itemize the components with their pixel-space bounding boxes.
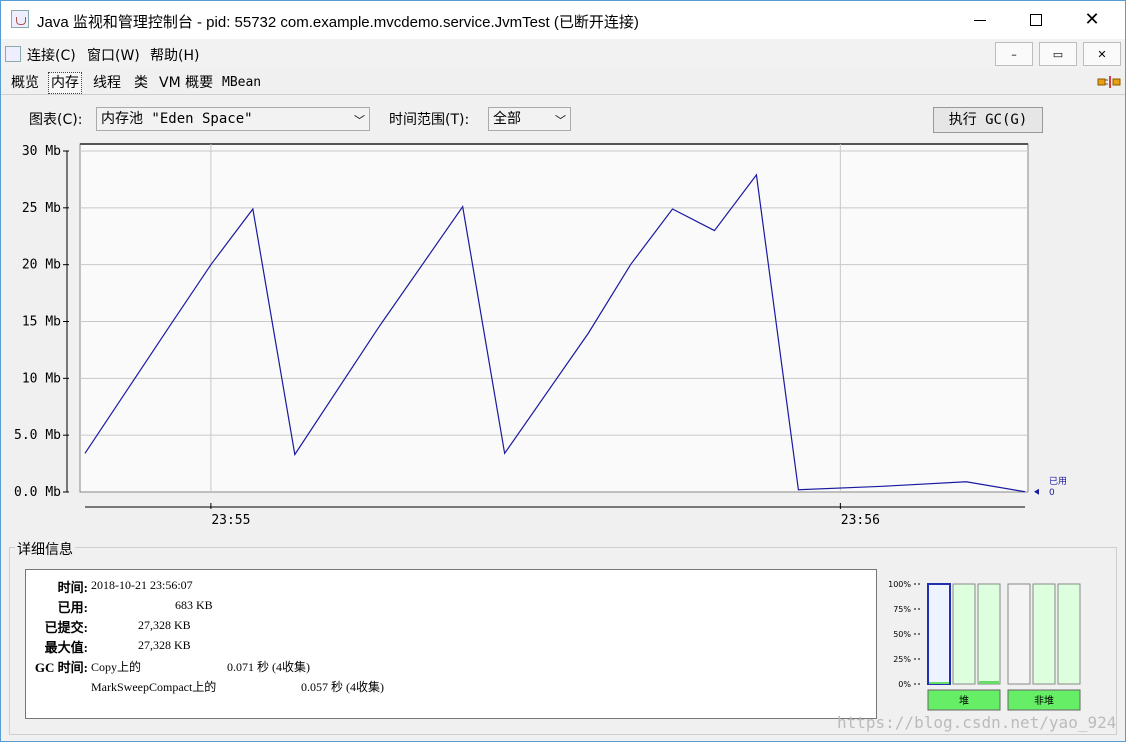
- menu-help[interactable]: 帮助(H): [150, 45, 199, 65]
- tab-memory[interactable]: 内存: [48, 72, 82, 94]
- time-label: 时间:: [57, 580, 88, 595]
- heap-label: 堆: [959, 695, 969, 707]
- close-button[interactable]: ✕: [1069, 1, 1115, 39]
- bar-scale-label: 100%: [888, 580, 911, 589]
- legend-marker: [1034, 488, 1039, 495]
- perform-gc-button[interactable]: 执行 GC(G): [933, 107, 1043, 133]
- tab-mbean[interactable]: MBean: [220, 72, 263, 94]
- chart-label: 图表(C):: [29, 112, 83, 128]
- nonheap-pool-bar[interactable]: [1032, 583, 1056, 685]
- y-tick-label: 15 Mb: [22, 315, 61, 330]
- x-tick-label: 23:56: [841, 513, 880, 528]
- chart-grid: [79, 143, 1029, 493]
- minimize-button[interactable]: [957, 1, 1003, 39]
- details-title: 详细信息: [15, 539, 75, 559]
- chart-select-value: 内存池 "Eden Space": [101, 111, 253, 127]
- details-box: 时间: 2018-10-21 23:56:07 已用: 683 KB 已提交: …: [25, 569, 877, 719]
- tab-bar: 概览 内存 线程 类 VM 概要 MBean: [1, 69, 1125, 95]
- committed-value: 27,328 KB: [138, 618, 191, 632]
- gc-marksweep-name: MarkSweepCompact上的: [91, 680, 217, 694]
- tab-vm-summary[interactable]: VM 概要: [157, 72, 215, 94]
- gc-time-label: GC 时间:: [34, 660, 88, 675]
- maximize-icon: [1030, 14, 1042, 26]
- bar-scale-label: 50%: [893, 630, 911, 639]
- java-app-icon: [11, 10, 29, 28]
- heap-pool-bar[interactable]: [927, 583, 951, 685]
- time-value: 2018-10-21 23:56:07: [91, 578, 193, 592]
- heap-pool-bar[interactable]: [952, 583, 976, 685]
- memory-chart: 0.0 Mb 5.0 Mb 10 Mb 15 Mb 20 Mb 25 Mb 30 Mb 23:…: [14, 143, 1067, 528]
- bar-scale-label: 0%: [898, 680, 911, 689]
- max-label: 最大值:: [44, 640, 88, 655]
- disconnected-plug-icon[interactable]: [1097, 74, 1121, 90]
- heap-pool-bar[interactable]: [977, 583, 1001, 685]
- inner-minimize-button[interactable]: –: [995, 42, 1033, 66]
- chevron-down-icon: ﹀: [555, 114, 566, 127]
- tab-threads[interactable]: 线程: [91, 72, 123, 94]
- memory-pool-bars: 100% 75% 50% 25% 0% 堆 非堆: [888, 580, 1081, 711]
- legend-series-value: 0: [1049, 488, 1055, 498]
- time-range-select[interactable]: 全部 ﹀: [488, 107, 571, 131]
- y-tick-label: 30 Mb: [22, 144, 61, 159]
- max-value: 27,328 KB: [138, 638, 191, 652]
- inner-restore-button[interactable]: ▭: [1039, 42, 1077, 66]
- nonheap-pool-bar[interactable]: [1057, 583, 1081, 685]
- gc-copy-name: Copy上的: [91, 660, 142, 674]
- time-range-value: 全部: [493, 111, 521, 127]
- y-tick-label: 0.0 Mb: [14, 485, 61, 500]
- y-tick-label: 20 Mb: [22, 258, 61, 273]
- chart-select[interactable]: 内存池 "Eden Space" ﹀: [96, 107, 370, 131]
- menu-bar: 连接(C) 窗口(W) 帮助(H): [1, 39, 1125, 69]
- tab-overview[interactable]: 概览: [9, 72, 41, 94]
- title-bar: Java 监视和管理控制台 - pid: 55732 com.example.m…: [1, 1, 1125, 39]
- nonheap-pool-bar[interactable]: [1007, 583, 1031, 685]
- gc-marksweep-value: 0.057 秒 (4收集): [301, 680, 384, 694]
- x-tick-label: 23:55: [211, 513, 250, 528]
- java-menu-icon[interactable]: [5, 46, 21, 62]
- plot-area: [79, 143, 1029, 493]
- used-label: 已用:: [57, 600, 88, 615]
- time-range-label: 时间范围(T):: [389, 112, 470, 128]
- used-value: 683 KB: [175, 598, 213, 612]
- watermark: https://blog.csdn.net/yao_924: [837, 713, 1117, 732]
- heap-pool-fill: [979, 681, 999, 684]
- window-title: Java 监视和管理控制台 - pid: 55732 com.example.m…: [37, 14, 639, 31]
- gc-copy-value: 0.071 秒 (4收集): [227, 660, 310, 674]
- maximize-button[interactable]: [1013, 1, 1059, 39]
- nonheap-label: 非堆: [1034, 695, 1054, 707]
- jconsole-window: Java 监视和管理控制台 - pid: 55732 com.example.m…: [0, 0, 1126, 742]
- close-icon: ✕: [1084, 9, 1100, 30]
- bar-scale-label: 25%: [893, 655, 911, 664]
- committed-label: 已提交:: [44, 620, 88, 635]
- legend-series-name: 已用: [1049, 476, 1067, 487]
- bar-scale-label: 75%: [893, 605, 911, 614]
- y-tick-label: 5.0 Mb: [14, 428, 61, 443]
- heap-pool-fill: [929, 682, 949, 684]
- minimize-icon: [974, 19, 986, 21]
- chart-legend: 已用0: [1034, 476, 1067, 498]
- y-tick-label: 25 Mb: [22, 201, 61, 216]
- inner-close-button[interactable]: ✕: [1083, 42, 1121, 66]
- menu-connection[interactable]: 连接(C): [27, 45, 76, 65]
- menu-window[interactable]: 窗口(W): [87, 45, 140, 65]
- chevron-down-icon: ﹀: [354, 114, 365, 127]
- tab-classes[interactable]: 类: [132, 72, 150, 94]
- y-tick-label: 10 Mb: [22, 371, 61, 386]
